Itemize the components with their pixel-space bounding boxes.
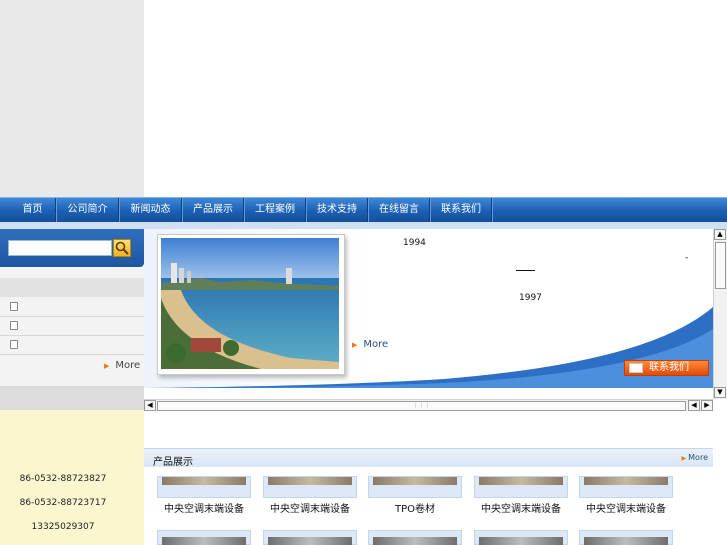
beach-photo <box>157 234 345 375</box>
product-thumbnail[interactable] <box>157 530 251 545</box>
product-thumbnail[interactable] <box>579 530 673 545</box>
nav-item-about[interactable]: 公司简介 <box>57 198 119 222</box>
product-thumbnail[interactable] <box>263 476 357 498</box>
horizontal-scroll-thumb[interactable]: ⋮⋮⋮ <box>157 401 686 411</box>
product-image <box>162 477 246 485</box>
nav-item-products[interactable]: 产品展示 <box>183 198 244 222</box>
product-label[interactable]: 中央空调末端设备 <box>154 500 254 515</box>
product-image <box>268 537 352 545</box>
history-dash: - <box>685 253 689 263</box>
category-more-label: More <box>115 360 141 371</box>
triangle-right-icon: ▶ <box>104 362 110 370</box>
product-image <box>268 477 352 485</box>
product-image <box>584 477 668 485</box>
document-icon <box>10 321 18 330</box>
triangle-right-icon: ▶ <box>352 341 358 349</box>
search-button[interactable] <box>113 239 131 257</box>
scroll-right-button[interactable]: ▶ <box>701 400 713 411</box>
about-more-label: More <box>363 339 389 350</box>
phone-number: 86-0532-88723717 <box>19 498 107 508</box>
nav-item-cases[interactable]: 工程案例 <box>245 198 306 222</box>
product-thumbnail[interactable] <box>474 530 568 545</box>
category-item[interactable] <box>0 317 144 336</box>
product-label[interactable]: 中央空调末端设备 <box>471 500 571 515</box>
main-nav: 首页 公司简介 新闻动态 产品展示 工程案例 技术支持 在线留言 联系我们 <box>0 197 727 222</box>
category-item[interactable] <box>0 298 144 317</box>
products-more-label: More <box>688 453 708 462</box>
vertical-scroll-thumb[interactable] <box>715 242 726 289</box>
search-box <box>0 229 144 267</box>
left-separator <box>0 386 144 410</box>
nav-item-news[interactable]: 新闻动态 <box>120 198 182 222</box>
category-more-link[interactable]: ▶ More <box>104 360 140 371</box>
product-image <box>584 537 668 545</box>
search-input[interactable] <box>8 240 112 256</box>
nav-item-message[interactable]: 在线留言 <box>369 198 430 222</box>
vertical-scrollbar[interactable]: ▲ ▼ <box>713 229 727 399</box>
document-icon <box>10 302 18 311</box>
left-header-panel <box>0 0 144 197</box>
nav-item-home[interactable]: 首页 <box>10 198 56 222</box>
history-year-1997: 1997 <box>519 293 542 303</box>
product-thumbnail[interactable] <box>157 476 251 498</box>
product-thumbnail[interactable] <box>579 476 673 498</box>
contact-us-button[interactable]: 联系我们 <box>624 360 709 376</box>
phone-number: 13325029307 <box>31 522 95 532</box>
scroll-down-button[interactable]: ▼ <box>714 387 726 398</box>
product-image <box>479 477 563 485</box>
history-year-1994: 1994 <box>403 238 426 248</box>
scroll-right-button[interactable]: ◀ <box>688 400 700 411</box>
nav-underline <box>0 222 727 229</box>
product-thumbnail[interactable] <box>263 530 357 545</box>
beach-image <box>161 238 339 369</box>
document-icon <box>10 340 18 349</box>
product-label[interactable]: 中央空调末端设备 <box>576 500 676 515</box>
triangle-right-icon: ▶ <box>681 455 687 462</box>
product-thumbnail[interactable] <box>368 476 462 498</box>
product-label[interactable]: TPO卷材 <box>365 500 465 515</box>
products-title: 产品展示 <box>153 457 193 468</box>
envelope-icon <box>629 363 643 373</box>
search-icon <box>115 241 129 255</box>
horizontal-scrollbar[interactable]: ◀ ⋮⋮⋮ ◀ ▶ <box>144 399 713 411</box>
product-image <box>162 537 246 545</box>
category-header <box>0 278 144 297</box>
scroll-up-button[interactable]: ▲ <box>714 229 726 240</box>
products-more-link[interactable]: ▶ More <box>682 453 708 462</box>
contact-us-label: 联系我们 <box>649 362 689 373</box>
product-label[interactable]: 中央空调末端设备 <box>260 500 360 515</box>
product-thumbnail[interactable] <box>368 530 462 545</box>
nav-item-contact[interactable]: 联系我们 <box>431 198 492 222</box>
product-image <box>373 477 457 485</box>
category-item[interactable] <box>0 336 144 355</box>
scroll-left-button[interactable]: ◀ <box>144 400 156 411</box>
phone-number: 86-0532-88723827 <box>19 474 107 484</box>
product-thumbnail[interactable] <box>474 476 568 498</box>
products-header: 产品展示 ▶ More <box>144 448 713 468</box>
product-image <box>479 537 563 545</box>
about-more-link[interactable]: ▶ More <box>352 339 388 350</box>
history-divider <box>516 270 535 271</box>
nav-item-support[interactable]: 技术支持 <box>307 198 368 222</box>
product-image <box>373 537 457 545</box>
